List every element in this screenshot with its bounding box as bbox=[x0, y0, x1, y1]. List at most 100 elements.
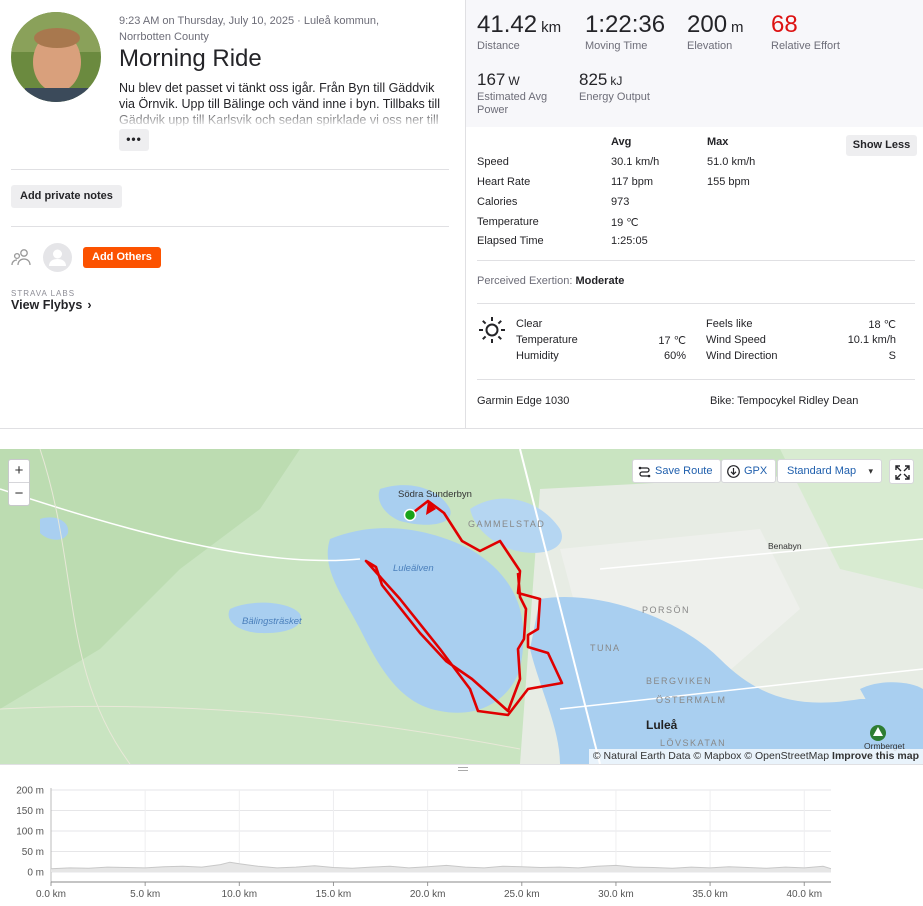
expand-icon bbox=[895, 465, 910, 480]
exertion-label: Perceived Exertion: bbox=[477, 275, 573, 287]
map-attribution: © Natural Earth Data © Mapbox © OpenStre… bbox=[588, 749, 923, 764]
expand-description-button[interactable]: ••• bbox=[119, 129, 149, 151]
detail-max: 155 bpm bbox=[707, 176, 750, 188]
strava-labs-label: STRAVA LABS bbox=[11, 289, 76, 298]
chevron-right-icon: › bbox=[87, 298, 92, 312]
map-label: Benabyn bbox=[768, 541, 802, 551]
y-tick-label: 150 m bbox=[16, 806, 44, 817]
map-label: LÖVSKATAN bbox=[660, 738, 727, 748]
attribution-text: © Natural Earth Data © Mapbox © OpenStre… bbox=[592, 750, 830, 762]
improve-map-link[interactable]: Improve this map bbox=[832, 750, 919, 762]
map-label: PORSÖN bbox=[642, 605, 691, 615]
download-icon bbox=[727, 465, 740, 478]
exertion-value: Moderate bbox=[575, 275, 625, 287]
empty-athlete-avatar bbox=[43, 243, 72, 272]
wind-speed-value: 10.1 km/h bbox=[847, 334, 896, 346]
divider bbox=[11, 226, 449, 227]
zoom-out-button[interactable]: − bbox=[9, 483, 29, 506]
map-style-label: Standard Map bbox=[787, 465, 857, 477]
stat-distance: 41.42 km Distance bbox=[477, 11, 561, 53]
y-tick-label: 50 m bbox=[22, 847, 44, 858]
power-unit: W bbox=[508, 74, 520, 88]
divider bbox=[11, 169, 449, 170]
y-tick-label: 0 m bbox=[27, 868, 44, 879]
perceived-exertion: Perceived Exertion: Moderate bbox=[477, 275, 624, 287]
wind-direction-label: Wind Direction bbox=[706, 350, 778, 362]
show-less-button[interactable]: Show Less bbox=[846, 135, 917, 156]
map-style-dropdown[interactable]: Standard Map ▾ bbox=[777, 459, 882, 483]
save-route-label: Save Route bbox=[655, 465, 713, 477]
map-label: Bälingsträsket bbox=[242, 616, 302, 627]
map-label: Luleå bbox=[646, 718, 678, 732]
resize-handle[interactable] bbox=[0, 764, 923, 772]
view-flybys-link[interactable]: View Flybys › bbox=[11, 298, 92, 312]
power-value: 167 bbox=[477, 70, 506, 89]
detail-avg: 117 bpm bbox=[611, 176, 653, 188]
map-label: TUNA bbox=[590, 643, 621, 653]
elevation-chart[interactable]: 0 m 50 m 100 m 150 m 200 m 0.0 km 5.0 km 10.0 k… bbox=[0, 772, 923, 906]
y-tick-label: 200 m bbox=[16, 786, 44, 797]
route-map[interactable]: Södra Sunderbyn GAMMELSTAD Benabyn Luleä… bbox=[0, 449, 923, 764]
relative-effort-label: Relative Effort bbox=[771, 40, 840, 52]
elevation-unit: m bbox=[731, 19, 744, 36]
add-others-button[interactable]: Add Others bbox=[83, 247, 161, 268]
sun-icon bbox=[478, 316, 506, 344]
save-route-button[interactable]: Save Route bbox=[632, 459, 722, 483]
x-tick-label: 35.0 km bbox=[692, 889, 728, 900]
x-tick-label: 40.0 km bbox=[786, 889, 822, 900]
stat-relative-effort[interactable]: 68 Relative Effort bbox=[771, 11, 840, 53]
energy-unit: kJ bbox=[610, 74, 623, 88]
athlete-avatar[interactable] bbox=[11, 12, 101, 102]
map-label: Luleälven bbox=[393, 563, 434, 574]
distance-unit: km bbox=[541, 19, 562, 36]
stat-elevation: 200 m Elevation bbox=[687, 11, 744, 53]
column-header-avg: Avg bbox=[611, 136, 632, 148]
power-label: Estimated Avg Power bbox=[477, 91, 548, 116]
map-label: BERGVIKEN bbox=[646, 676, 713, 686]
distance-label: Distance bbox=[477, 40, 520, 52]
activity-meta: 9:23 AM on Thursday, July 10, 2025 · Lul… bbox=[119, 15, 380, 43]
map-label: GAMMELSTAD bbox=[468, 519, 546, 529]
activity-summary-panel: 9:23 AM on Thursday, July 10, 2025 · Lul… bbox=[0, 0, 465, 428]
energy-label: Energy Output bbox=[579, 91, 650, 103]
y-tick-label: 100 m bbox=[16, 827, 44, 838]
detail-label: Elapsed Time bbox=[477, 235, 544, 247]
wind-direction-value: S bbox=[888, 350, 896, 362]
weather-humidity-value: 60% bbox=[663, 350, 686, 362]
zoom-controls: + − bbox=[8, 459, 30, 506]
x-tick-label: 15.0 km bbox=[316, 889, 352, 900]
x-tick-label: 30.0 km bbox=[598, 889, 634, 900]
column-header-max: Max bbox=[707, 136, 729, 148]
section-divider bbox=[0, 428, 923, 429]
elevation-chart-svg[interactable]: 0 m 50 m 100 m 150 m 200 m 0.0 km 5.0 km 10.0 k… bbox=[0, 772, 923, 906]
map-label: Södra Sunderbyn bbox=[398, 489, 472, 500]
gpx-label: GPX bbox=[744, 465, 768, 477]
activity-title: Morning Ride bbox=[119, 45, 262, 72]
x-tick-label: 25.0 km bbox=[504, 889, 540, 900]
description-fade bbox=[119, 110, 453, 128]
weather-condition: Clear bbox=[516, 318, 543, 330]
weather-humidity-label: Humidity bbox=[516, 350, 559, 362]
detail-label: Calories bbox=[477, 196, 518, 208]
x-tick-label: 20.0 km bbox=[410, 889, 446, 900]
divider bbox=[477, 379, 915, 380]
moving-time-value: 1:22:36 bbox=[585, 11, 666, 38]
detail-max: 51.0 km/h bbox=[707, 156, 756, 168]
x-tick-label: 0.0 km bbox=[36, 889, 66, 900]
weather-temperature-label: Temperature bbox=[516, 334, 578, 346]
stat-energy: 825 kJ Energy Output bbox=[579, 70, 650, 104]
detail-avg: 30.1 km/h bbox=[611, 156, 660, 168]
device-name: Garmin Edge 1030 bbox=[477, 395, 570, 407]
stat-power: 167 W Estimated Avg Power bbox=[477, 70, 567, 117]
detail-avg: 19 ℃ bbox=[611, 217, 639, 229]
group-activity-icon bbox=[11, 248, 33, 268]
gpx-download-button[interactable]: GPX bbox=[721, 459, 777, 483]
route-start-marker bbox=[403, 508, 417, 522]
bike-name[interactable]: Bike: Tempocykel Ridley Dean bbox=[710, 395, 858, 407]
elevation-value: 200 bbox=[687, 11, 728, 38]
feels-like-value: 18 ℃ bbox=[868, 319, 896, 331]
add-private-notes-button[interactable]: Add private notes bbox=[11, 185, 122, 208]
elevation-label: Elevation bbox=[687, 40, 733, 52]
zoom-in-button[interactable]: + bbox=[9, 460, 29, 483]
fullscreen-button[interactable] bbox=[889, 459, 914, 484]
